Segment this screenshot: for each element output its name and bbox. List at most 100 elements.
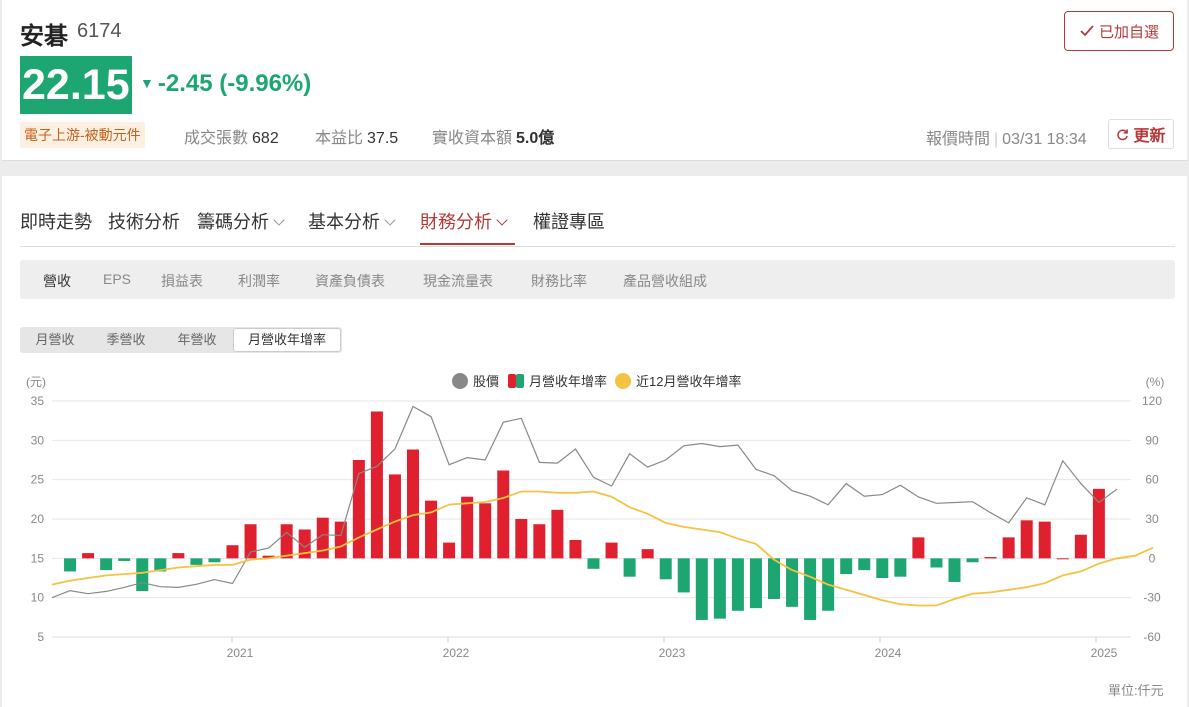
capital-stat: 實收資本額 5.0億 — [432, 130, 555, 147]
y-right-tick-label: 120 — [1142, 394, 1162, 408]
yoy-bar — [948, 558, 961, 582]
pe-stat: 本益比 37.5 — [315, 130, 399, 147]
y-left-tick-label: 30 — [31, 433, 45, 447]
watchlist-button[interactable]: 已加自選 — [1064, 11, 1174, 51]
stock-code: 6174 — [77, 20, 122, 42]
subtab-revenue[interactable]: 營收 — [43, 271, 71, 291]
yoy-bar — [641, 549, 654, 559]
yoy-bar — [695, 558, 708, 620]
subtab-income[interactable]: 損益表 — [161, 271, 203, 291]
y-left-tick-label: 10 — [31, 591, 45, 605]
yoy-bar — [407, 449, 419, 559]
tab-financial[interactable]: 財務分析 — [420, 208, 508, 234]
yoy-bar — [515, 519, 528, 559]
yoy-bar — [479, 503, 492, 559]
y-right-tick-label: 0 — [1149, 551, 1156, 565]
yoy-bar — [894, 558, 907, 577]
sub-tabs: 營收 EPS 損益表 利潤率 資產負債表 現金流量表 財務比率 產品營收組成 — [20, 260, 1175, 299]
yoy-bar — [840, 558, 853, 575]
stock-price: 22.15 — [20, 56, 132, 114]
x-tick-label: 2023 — [659, 646, 686, 660]
y-left-tick-label: 25 — [31, 473, 45, 487]
subtab-product-mix[interactable]: 產品營收組成 — [623, 271, 707, 291]
yoy-bar — [1074, 534, 1087, 559]
subtab-ratios[interactable]: 財務比率 — [531, 271, 587, 291]
legend-swatch — [452, 373, 468, 389]
yoy-bar — [1038, 521, 1051, 559]
subtab-margin[interactable]: 利潤率 — [238, 271, 280, 291]
main-tabs: 即時走勢 技術分析 籌碼分析 基本分析 財務分析 權證專區 — [20, 196, 1175, 247]
unit-label: 單位:仟元 — [1108, 683, 1164, 698]
legend-label: 近12月營收年增率 — [636, 374, 741, 389]
industry-tag[interactable]: 電子上游-被動元件 — [20, 122, 145, 148]
chevron-down-icon — [273, 214, 285, 226]
tab-realtime[interactable]: 即時走勢 — [20, 208, 92, 234]
y-left-tick-label: 35 — [31, 394, 45, 408]
segment-monthly[interactable]: 月營收 — [20, 327, 90, 353]
legend-label: 月營收年增率 — [529, 374, 607, 389]
revenue-yoy-chart: 5101520253035-60-300306090120(元) (%)2021 2… — [26, 373, 1164, 660]
y-right-tick-label: -60 — [1143, 630, 1161, 644]
yoy-bar — [623, 558, 636, 577]
legend-swatch — [615, 373, 631, 389]
yoy-bar — [208, 558, 221, 563]
yoy-bar — [605, 542, 618, 559]
y-right-tick-label: 30 — [1145, 512, 1159, 526]
yoy-bar — [966, 558, 979, 563]
yoy-bar — [1056, 558, 1069, 560]
yoy-bar — [226, 545, 239, 559]
segment-monthly-yoy[interactable]: 月營收年增率 — [233, 328, 341, 352]
yoy-bar — [551, 509, 564, 559]
watchlist-label: 已加自選 — [1098, 23, 1159, 41]
yoy-bar — [190, 558, 203, 565]
segment-yearly[interactable]: 年營收 — [162, 327, 232, 353]
yoy-bar — [280, 524, 293, 559]
yoy-bar — [497, 470, 510, 559]
y-left-tick-label: 5 — [37, 630, 44, 644]
yoy-bar — [82, 553, 95, 559]
yoy-bar — [334, 521, 347, 559]
y-left-tick-label: 15 — [31, 551, 45, 565]
volume-stat: 成交張數 682 — [184, 130, 279, 147]
quote-time: 報價時間 | 03/31 18:34 — [926, 131, 1087, 148]
stock-name: 安碁 — [20, 23, 68, 50]
y-right-tick-label: -30 — [1143, 591, 1161, 605]
yoy-bar — [587, 558, 600, 569]
refresh-label: 更新 — [1133, 128, 1166, 145]
y-right-tick-label: 90 — [1145, 433, 1159, 447]
legend-swatch-up — [508, 374, 516, 388]
yoy12-line — [51, 490, 1154, 607]
yoy-bar — [533, 524, 546, 559]
tab-warrant[interactable]: 權證專區 — [533, 208, 605, 234]
tab-chips[interactable]: 籌碼分析 — [197, 208, 285, 234]
tab-technical[interactable]: 技術分析 — [108, 208, 180, 234]
yoy-bar — [804, 558, 817, 620]
yoy-bar — [64, 558, 77, 572]
y-right-tick-label: 60 — [1145, 473, 1159, 487]
tab-fundamental[interactable]: 基本分析 — [308, 208, 396, 234]
yoy-bar — [858, 558, 871, 571]
check-icon — [1080, 25, 1094, 37]
yoy-bar — [768, 558, 780, 599]
yoy-bar — [569, 539, 582, 559]
yoy-bar — [731, 558, 744, 611]
yoy-bar — [370, 411, 383, 559]
yoy-bar — [100, 558, 113, 571]
yoy-bar — [136, 558, 149, 592]
yoy-bar — [912, 537, 925, 559]
yoy-bar — [930, 558, 943, 568]
subtab-cashflow[interactable]: 現金流量表 — [423, 271, 493, 291]
price-change-value: -2.45 (-9.96%) — [157, 70, 312, 97]
yoy-bar — [659, 558, 672, 580]
subtab-balance[interactable]: 資產負債表 — [315, 271, 385, 291]
x-tick-label: 2024 — [875, 646, 902, 660]
y-left-axis-label: (元) — [26, 375, 46, 389]
yoy-bar — [786, 558, 799, 607]
yoy-bar — [425, 500, 438, 559]
y-left-tick-label: 20 — [31, 512, 45, 526]
segment-quarterly[interactable]: 季營收 — [90, 327, 162, 353]
subtab-eps[interactable]: EPS — [103, 271, 131, 287]
yoy-bar — [118, 558, 131, 561]
refresh-button[interactable]: 更新 — [1108, 119, 1174, 149]
x-tick-label: 2022 — [443, 646, 470, 660]
